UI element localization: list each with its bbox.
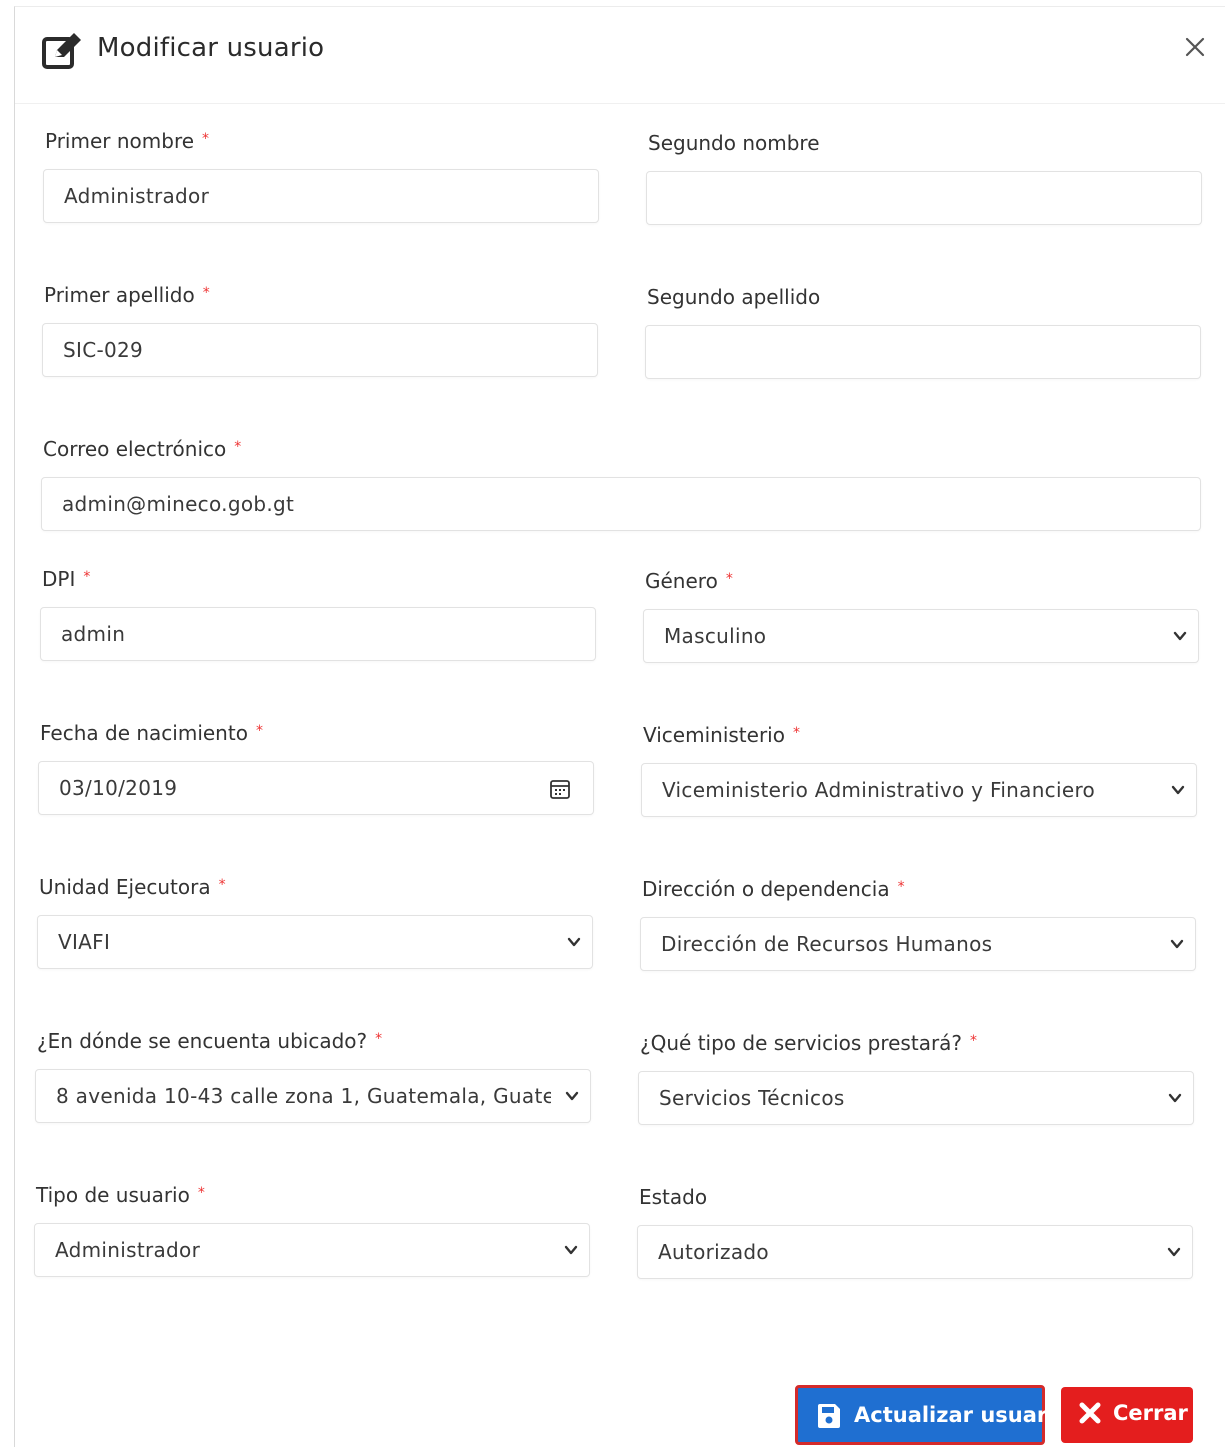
chevron-down-icon — [1168, 1093, 1182, 1103]
genero-select[interactable]: Masculino — [643, 609, 1199, 663]
correo-input[interactable]: admin@mineco.gob.gt — [41, 477, 1201, 531]
estado-select[interactable]: Autorizado — [637, 1225, 1193, 1279]
fecha-nacimiento-value: 03/10/2019 — [59, 776, 178, 800]
unidad-ejecutora-value: VIAFI — [58, 930, 111, 954]
tipo-usuario-label: Tipo de usuario — [36, 1183, 190, 1207]
direccion-select[interactable]: Dirección de Recursos Humanos — [640, 917, 1196, 971]
chevron-down-icon — [567, 937, 581, 947]
x-icon — [1079, 1402, 1101, 1424]
primer-nombre-input[interactable]: Administrador — [43, 169, 599, 223]
genero-label: Género — [645, 569, 718, 593]
viceministerio-value: Viceministerio Administrativo y Financie… — [662, 778, 1096, 802]
primer-apellido-input[interactable]: SIC-029 — [42, 323, 598, 377]
primer-apellido-label: Primer apellido — [44, 283, 195, 307]
direccion-value: Dirección de Recursos Humanos — [661, 932, 993, 956]
required-marker: * — [202, 131, 210, 147]
required-marker: * — [202, 285, 210, 301]
segundo-apellido-label: Segundo apellido — [647, 285, 821, 309]
correo-label: Correo electrónico — [43, 437, 227, 461]
required-marker: * — [218, 877, 226, 893]
chevron-down-icon — [565, 1091, 579, 1101]
required-marker: * — [792, 725, 800, 741]
modal-title: Modificar usuario — [97, 33, 325, 63]
servicios-value: Servicios Técnicos — [659, 1086, 845, 1110]
direccion-label: Dirección o dependencia — [642, 877, 890, 901]
estado-value: Autorizado — [658, 1240, 769, 1264]
primer-nombre-value: Administrador — [64, 184, 210, 208]
tipo-usuario-select[interactable]: Administrador — [34, 1223, 590, 1277]
segundo-nombre-input[interactable] — [646, 171, 1202, 225]
modal-header: Modificar usuario — [15, 7, 1225, 104]
required-marker: * — [375, 1031, 383, 1047]
chevron-down-icon — [1171, 785, 1185, 795]
required-marker: * — [897, 879, 905, 895]
close-label: Cerrar — [1113, 1401, 1188, 1425]
update-user-label: Actualizar usuario — [854, 1403, 1069, 1427]
close-button[interactable]: Cerrar — [1061, 1387, 1193, 1443]
viceministerio-select[interactable]: Viceministerio Administrativo y Financie… — [641, 763, 1197, 817]
genero-value: Masculino — [664, 624, 767, 648]
segundo-apellido-input[interactable] — [645, 325, 1201, 379]
servicios-label: ¿Qué tipo de servicios prestará? — [640, 1031, 963, 1055]
unidad-ejecutora-label: Unidad Ejecutora — [39, 875, 211, 899]
modify-user-modal: Modificar usuario Primer nombre * Adminis… — [14, 6, 1225, 1447]
chevron-down-icon — [564, 1245, 578, 1255]
chevron-down-icon — [1167, 1247, 1181, 1257]
dpi-input[interactable]: admin — [40, 607, 596, 661]
chevron-down-icon — [1170, 939, 1184, 949]
fecha-nacimiento-label: Fecha de nacimiento — [40, 721, 248, 745]
ubicacion-value: 8 avenida 10-43 calle zona 1, Guatemala,… — [56, 1084, 551, 1108]
chevron-down-icon — [1173, 631, 1187, 641]
fecha-nacimiento-input[interactable]: 03/10/2019 — [38, 761, 594, 815]
update-user-button[interactable]: Actualizar usuario — [795, 1385, 1069, 1445]
required-marker: * — [970, 1033, 978, 1049]
required-marker: * — [197, 1185, 205, 1201]
required-marker: * — [234, 439, 242, 455]
save-icon — [818, 1404, 840, 1428]
calendar-icon[interactable] — [549, 778, 571, 800]
estado-label: Estado — [639, 1185, 708, 1209]
ubicacion-select[interactable]: 8 avenida 10-43 calle zona 1, Guatemala,… — [35, 1069, 591, 1123]
required-marker: * — [255, 723, 263, 739]
tipo-usuario-value: Administrador — [55, 1238, 201, 1262]
dpi-value: admin — [61, 622, 126, 646]
close-icon[interactable] — [1183, 35, 1207, 59]
required-marker: * — [83, 569, 91, 585]
edit-icon — [42, 33, 81, 69]
dpi-label: DPI — [42, 567, 76, 591]
required-marker: * — [725, 571, 733, 587]
viceministerio-label: Viceministerio — [643, 723, 785, 747]
primer-apellido-value: SIC-029 — [63, 338, 144, 362]
servicios-select[interactable]: Servicios Técnicos — [638, 1071, 1194, 1125]
ubicacion-label: ¿En dónde se encuenta ubicado? — [37, 1029, 368, 1053]
correo-value: admin@mineco.gob.gt — [62, 492, 295, 516]
primer-nombre-label: Primer nombre — [45, 129, 195, 153]
unidad-ejecutora-select[interactable]: VIAFI — [37, 915, 593, 969]
segundo-nombre-label: Segundo nombre — [648, 131, 820, 155]
